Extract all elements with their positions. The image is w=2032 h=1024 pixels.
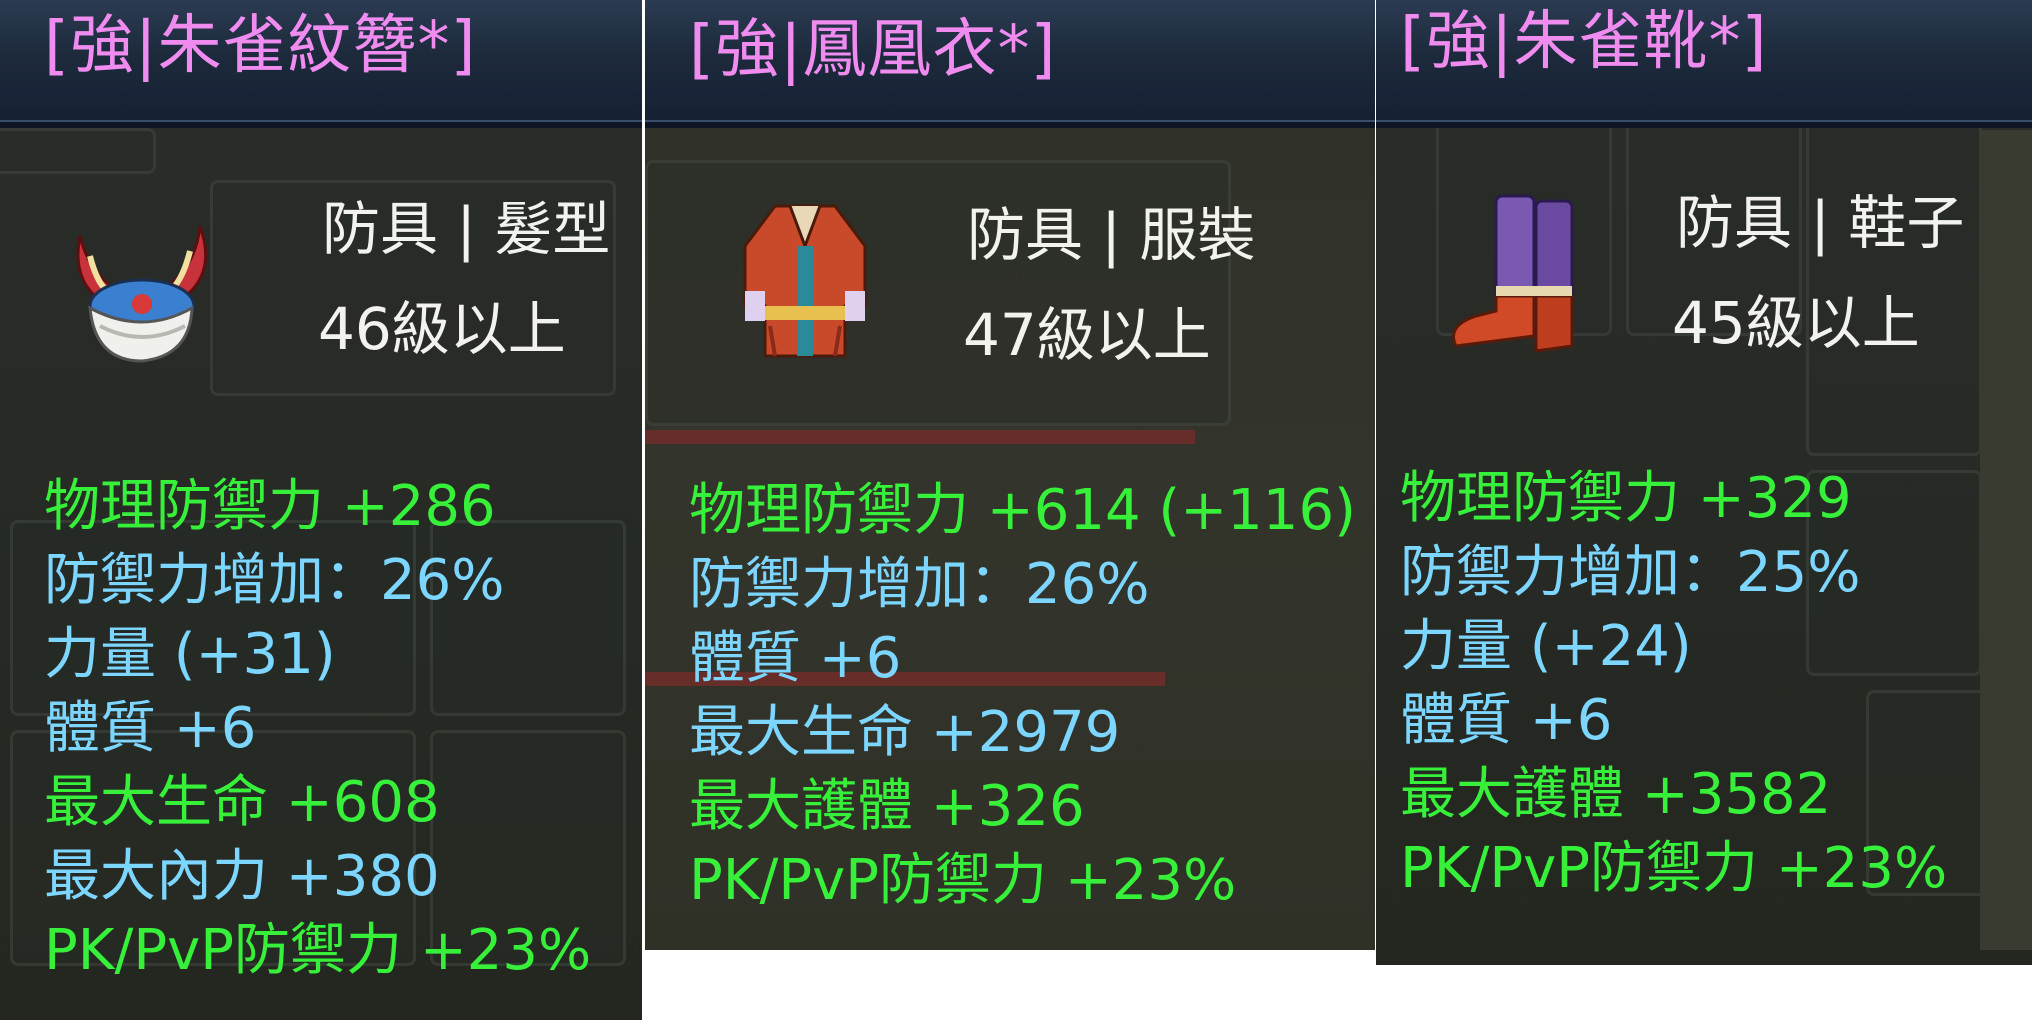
item-level-requirement: 45級以上 [1672, 289, 1920, 357]
stat-physical-defense: 物理防禦力 +286 [44, 474, 496, 539]
side-scroll-strip [1980, 130, 2032, 950]
item-level-requirement: 46級以上 [318, 295, 566, 363]
item-name: [強|朱雀靴*] [1400, 5, 1768, 79]
inventory-slot-ghost [1806, 120, 1982, 456]
stat-pvp-defense: PK/PvP防禦力 +23% [44, 918, 592, 983]
stat-defense-increase: 防禦力增加：26% [689, 552, 1150, 617]
vermilion-horned-helmet-icon [50, 196, 230, 376]
item-name: [強|鳳凰衣*] [689, 13, 1057, 87]
stat-list: 物理防禦力 +329 防禦力增加：25% 力量 (+24) 體質 +6 最大護體… [1400, 462, 1947, 906]
stat-physical-defense: 物理防禦力 +329 [1400, 466, 1852, 531]
hp-bar-ghost [645, 430, 1195, 444]
phoenix-robe-icon [715, 186, 895, 366]
stat-strength: 力量 (+24) [1400, 614, 1692, 679]
item-type: 防具 | 鞋子 [1676, 189, 1965, 257]
item-type: 防具 | 服裝 [967, 201, 1256, 269]
stat-physical-defense: 物理防禦力 +614 (+116) [689, 478, 1356, 543]
tooltip-title-bar: [強|鳳凰衣*] [645, 0, 1375, 128]
item-name: [強|朱雀紋簪*] [44, 9, 477, 83]
stat-list: 物理防禦力 +286 防禦力增加：26% 力量 (+31) 體質 +6 最大生命… [44, 470, 591, 988]
tooltip-comparison: [強|朱雀紋簪*] 防具 | 髮型 46級以上 物理防禦力 +286 防禦力增加… [0, 0, 2032, 1024]
stat-pvp-defense: PK/PvP防禦力 +23% [1400, 836, 1948, 901]
stat-max-hp: 最大生命 +608 [44, 770, 440, 835]
stat-pvp-defense: PK/PvP防禦力 +23% [689, 848, 1237, 913]
stat-max-hp: 最大生命 +2979 [689, 700, 1121, 765]
item-tooltip-helmet: [強|朱雀紋簪*] 防具 | 髮型 46級以上 物理防禦力 +286 防禦力增加… [0, 0, 642, 1020]
stat-defense-increase: 防禦力增加：26% [44, 548, 505, 613]
stat-max-protection: 最大護體 +3582 [1400, 762, 1832, 827]
item-tooltip-robe: [強|鳳凰衣*] 防具 | 服裝 47級以上 物理防禦力 +614 (+116)… [645, 0, 1375, 950]
tooltip-title-bar: [強|朱雀紋簪*] [0, 0, 642, 128]
vermilion-boots-icon [1436, 186, 1616, 366]
item-level-requirement: 47級以上 [963, 301, 1211, 369]
inventory-slot-ghost [0, 128, 156, 174]
stat-max-mp: 最大內力 +380 [44, 844, 440, 909]
stat-constitution: 體質 +6 [1400, 688, 1613, 753]
item-tooltip-boots: [強|朱雀靴*] 防具 | 鞋子 45級以上 物理防禦力 +329 防禦力增加：… [1376, 0, 2032, 965]
stat-max-protection: 最大護體 +326 [689, 774, 1085, 839]
tooltip-title-bar: [強|朱雀靴*] [1376, 0, 2032, 128]
stat-list: 物理防禦力 +614 (+116) 防禦力增加：26% 體質 +6 最大生命 +… [689, 474, 1356, 918]
item-type: 防具 | 髮型 [322, 195, 611, 263]
stat-strength: 力量 (+31) [44, 622, 336, 687]
stat-defense-increase: 防禦力增加：25% [1400, 540, 1861, 605]
stat-constitution: 體質 +6 [689, 626, 902, 691]
stat-constitution: 體質 +6 [44, 696, 257, 761]
